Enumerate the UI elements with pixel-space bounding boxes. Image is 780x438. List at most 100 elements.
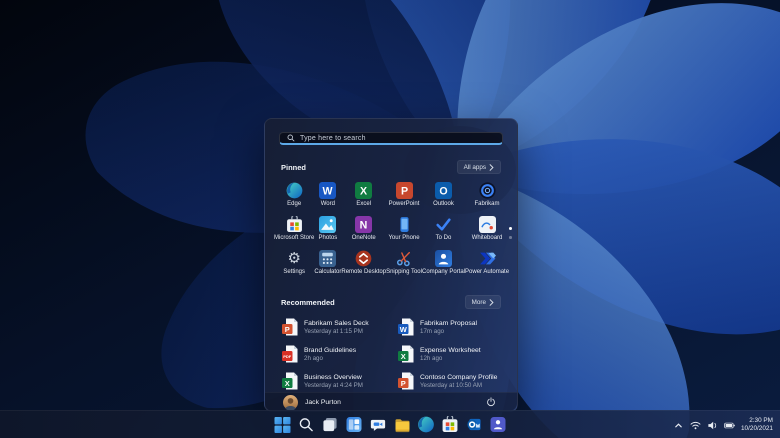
pinned-app-excel[interactable]: X Excel <box>341 181 386 215</box>
recommended-section-title: Recommended <box>281 297 335 307</box>
teams-taskbar-button[interactable] <box>488 414 509 436</box>
app-label: Microsoft Store <box>274 235 315 242</box>
more-button[interactable]: More <box>464 295 501 310</box>
pinned-app-snipping-tool[interactable]: Snipping Tool <box>386 249 422 283</box>
recommended-item-time: Yesterday at 4:24 PM <box>304 381 363 389</box>
app-label: Settings <box>283 269 306 276</box>
file-explorer-taskbar-button[interactable] <box>392 414 413 436</box>
powerpoint-icon: P <box>395 182 413 200</box>
svg-text:P: P <box>285 325 290 334</box>
edge-icon <box>286 182 303 199</box>
tray-date: 10/20/2021 <box>741 425 773 432</box>
recommended-item-time: Yesterday at 1:15 PM <box>304 327 363 335</box>
recommended-item-title: Contoso Company Profile <box>420 373 498 381</box>
recommended-item-time: 2h ago <box>304 354 323 362</box>
app-label: Fabrikam <box>474 201 500 208</box>
pinned-app-whiteboard[interactable]: Whiteboard <box>465 215 509 249</box>
pinned-app-edge[interactable]: Edge <box>274 181 314 215</box>
app-label: Whiteboard <box>471 235 503 242</box>
avatar[interactable] <box>283 394 298 410</box>
recommended-item-title: Fabrikam Sales Deck <box>304 319 369 327</box>
tray-time: 2:30 PM <box>749 417 773 424</box>
phone-icon <box>396 216 413 233</box>
pinned-app-outlook[interactable]: O Outlook <box>422 181 465 215</box>
widgets-icon <box>346 417 362 432</box>
start-icon <box>274 416 290 433</box>
recommended-item-brand-guidelines[interactable]: PDF Brand Guidelines 2h ago <box>277 343 389 365</box>
recommended-item-business-overview[interactable]: X Business Overview Yesterday at 4:24 PM <box>277 370 389 392</box>
pinned-app-fabrikam[interactable]: Fabrikam <box>465 181 509 215</box>
power-button[interactable] <box>483 394 499 410</box>
app-label: Snipping Tool <box>386 269 422 276</box>
fabrikam-icon <box>478 182 496 199</box>
teams-icon <box>490 417 506 432</box>
start-taskbar-button[interactable] <box>272 414 293 436</box>
photos-icon <box>319 216 337 234</box>
outlook-icon: O <box>435 182 452 200</box>
outlook-taskbar-button[interactable] <box>464 414 485 436</box>
user-name[interactable]: Jack Purton <box>305 399 341 406</box>
recommended-item-fabrikam-proposal[interactable]: W Fabrikam Proposal 17m ago <box>393 316 505 338</box>
pinned-app-settings[interactable]: ⚙ Settings <box>274 249 314 283</box>
recommended-item-contoso-company-profile[interactable]: P Contoso Company Profile Yesterday at 1… <box>393 370 505 392</box>
app-label: Excel <box>356 201 372 208</box>
pinned-app-onenote[interactable]: N OneNote <box>341 215 386 249</box>
search-icon <box>299 417 314 432</box>
task-view-icon <box>323 417 338 432</box>
chat-taskbar-button[interactable] <box>368 414 389 436</box>
volume-icon[interactable] <box>707 420 718 431</box>
user-bar: Jack Purton <box>265 392 517 411</box>
app-label: Remote Desktop <box>341 269 387 276</box>
pinned-page-indicator[interactable] <box>509 227 512 239</box>
page-dot-inactive[interactable] <box>509 236 512 239</box>
pinned-app-power-automate[interactable]: Power Automate <box>465 249 509 283</box>
svg-text:P: P <box>401 379 406 388</box>
whiteboard-icon <box>478 216 496 234</box>
file-explorer-icon <box>394 417 410 433</box>
page-dot-active[interactable] <box>509 227 512 230</box>
search-taskbar-button[interactable] <box>296 414 317 436</box>
start-menu: Type here to search Pinned All apps Edge… <box>264 118 518 412</box>
edge-taskbar-button[interactable] <box>416 414 437 436</box>
store-taskbar-button[interactable] <box>440 414 461 436</box>
pinned-app-photos[interactable]: Photos <box>314 215 341 249</box>
pinned-app-microsoft-store[interactable]: Microsoft Store <box>274 215 314 249</box>
app-label: Calculator <box>314 269 342 276</box>
recommended-item-time: 12h ago <box>420 354 443 362</box>
taskbar-buttons <box>272 414 509 436</box>
svg-text:O: O <box>439 185 447 197</box>
battery-icon[interactable] <box>724 420 735 431</box>
recommended-item-fabrikam-sales-deck[interactable]: P Fabrikam Sales Deck Yesterday at 1:15 … <box>277 316 389 338</box>
widgets-taskbar-button[interactable] <box>344 414 365 436</box>
recommended-item-expense-worksheet[interactable]: X Expense Worksheet 12h ago <box>393 343 505 365</box>
pinned-app-powerpoint[interactable]: P PowerPoint <box>386 181 422 215</box>
recommended-item-title: Brand Guidelines <box>304 346 357 354</box>
pinned-app-calculator[interactable]: Calculator <box>314 249 341 283</box>
store-icon <box>286 216 303 233</box>
automate-icon <box>479 250 496 267</box>
pdf-file-icon: PDF <box>282 345 298 363</box>
pinned-section-title: Pinned <box>281 162 307 172</box>
pinned-app-your-phone[interactable]: Your Phone <box>386 215 422 249</box>
chevron-right-icon <box>489 163 494 171</box>
task-view-taskbar-button[interactable] <box>320 414 341 436</box>
clock[interactable]: 2:30 PM 10/20/2021 <box>741 417 773 433</box>
pinned-app-company-portal[interactable]: Company Portal <box>422 249 465 283</box>
pinned-app-word[interactable]: W Word <box>314 181 341 215</box>
svg-text:X: X <box>360 185 367 197</box>
app-label: Outlook <box>433 201 454 208</box>
pinned-app-to-do[interactable]: To Do <box>422 215 465 249</box>
settings-icon: ⚙ <box>287 249 301 268</box>
excel-file-icon: X <box>282 372 298 390</box>
excel-file-icon: X <box>398 345 414 363</box>
all-apps-button[interactable]: All apps <box>456 160 501 175</box>
pinned-app-remote-desktop[interactable]: Remote Desktop <box>341 249 386 283</box>
app-label: OneNote <box>351 235 376 242</box>
wifi-icon[interactable] <box>690 420 701 431</box>
recommended-item-time: Yesterday at 10:50 AM <box>420 381 483 389</box>
portal-icon <box>435 250 452 268</box>
search-input[interactable]: Type here to search <box>279 132 503 146</box>
recommended-item-title: Expense Worksheet <box>420 346 481 354</box>
system-tray: 2:30 PM 10/20/2021 <box>673 411 773 438</box>
tray-overflow-chevron-icon[interactable] <box>673 420 684 431</box>
